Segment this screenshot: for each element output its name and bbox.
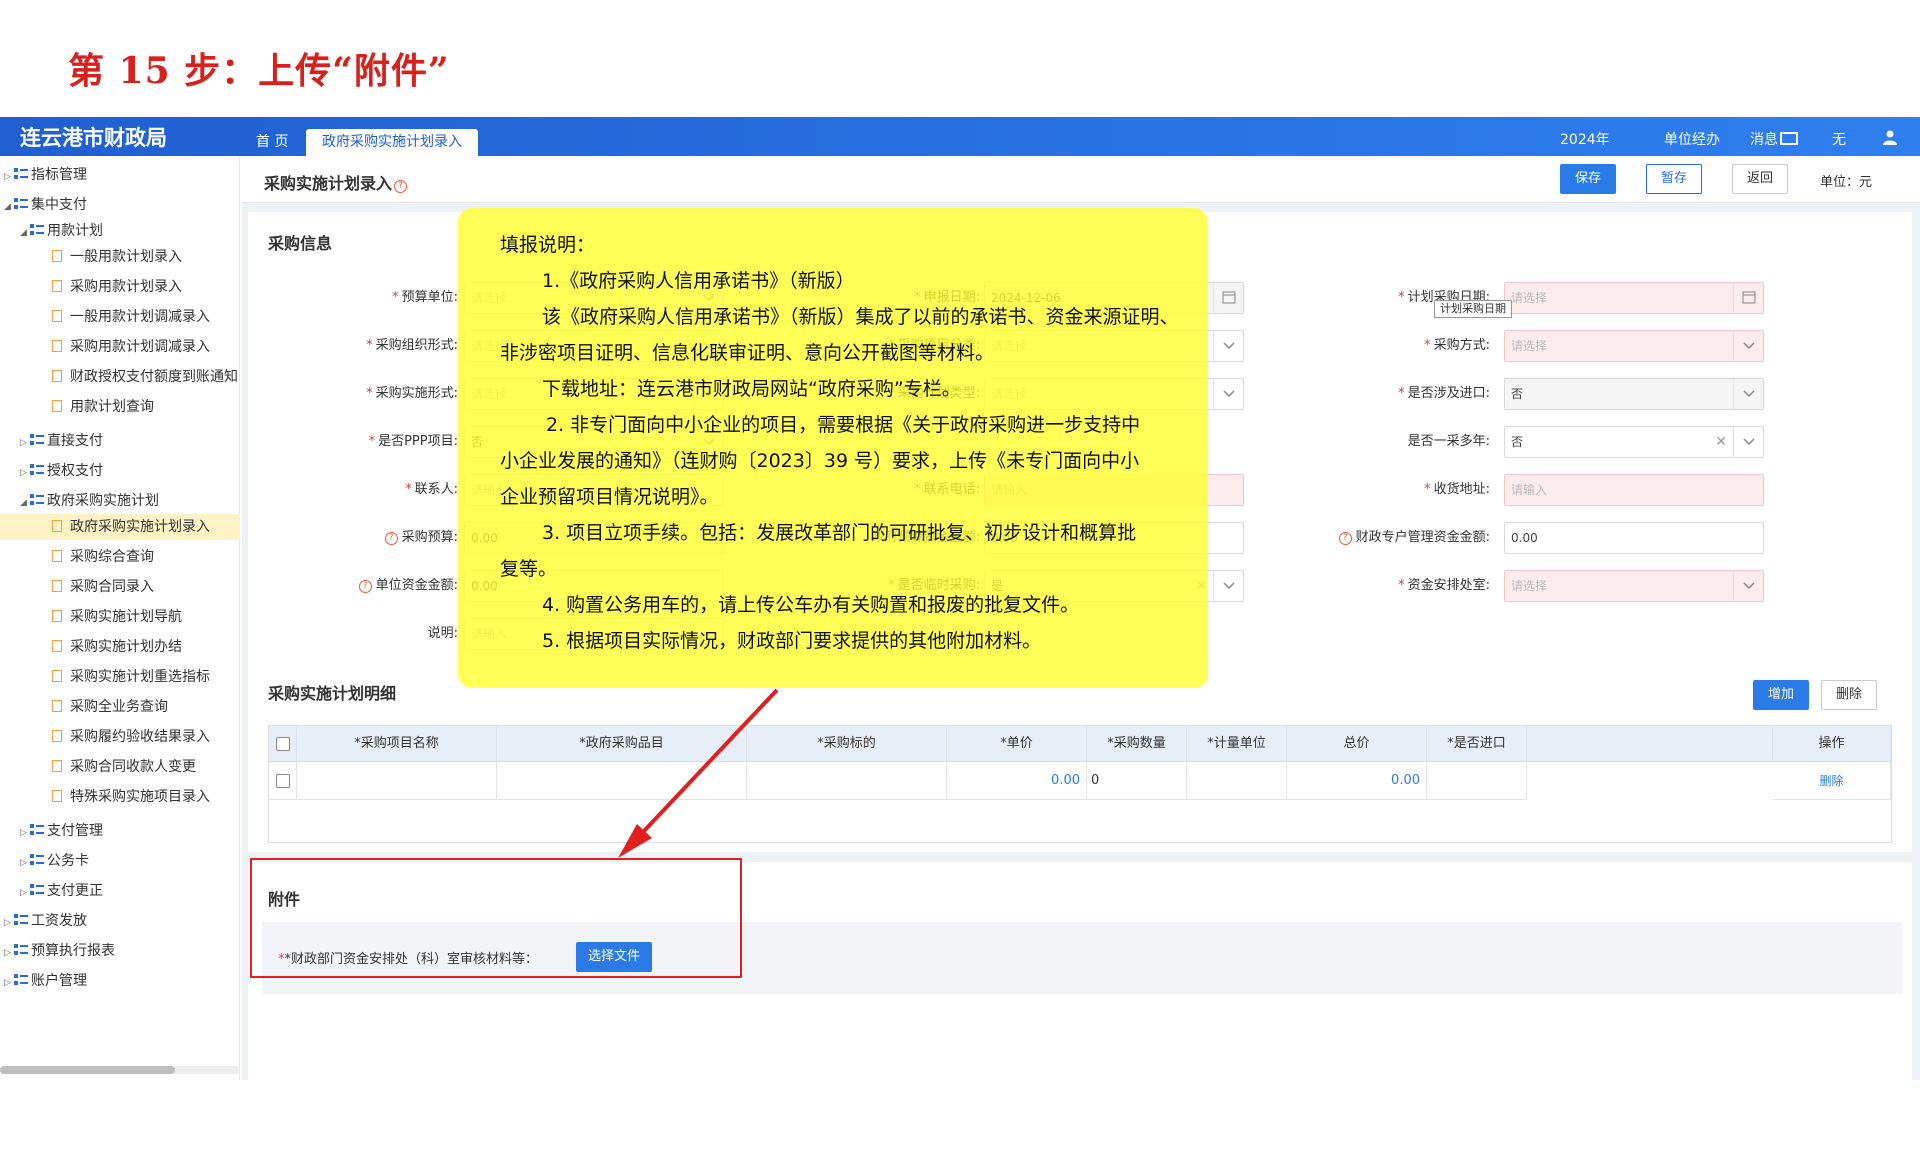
pointer-arrow (618, 688, 779, 858)
